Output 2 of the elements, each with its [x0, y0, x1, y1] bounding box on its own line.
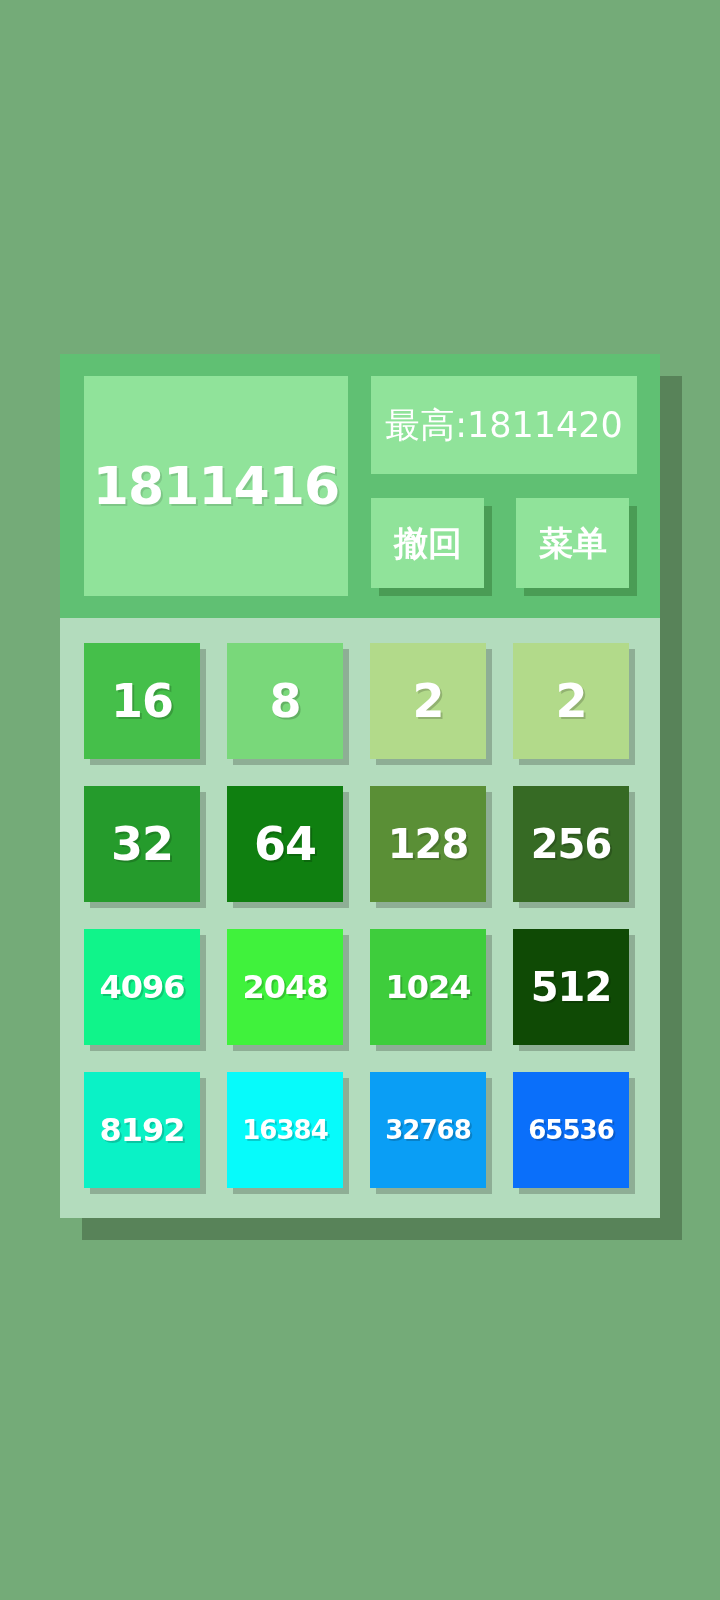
score-display: 1811416	[84, 376, 348, 596]
best-score-display: 最高:1811420	[371, 376, 637, 474]
